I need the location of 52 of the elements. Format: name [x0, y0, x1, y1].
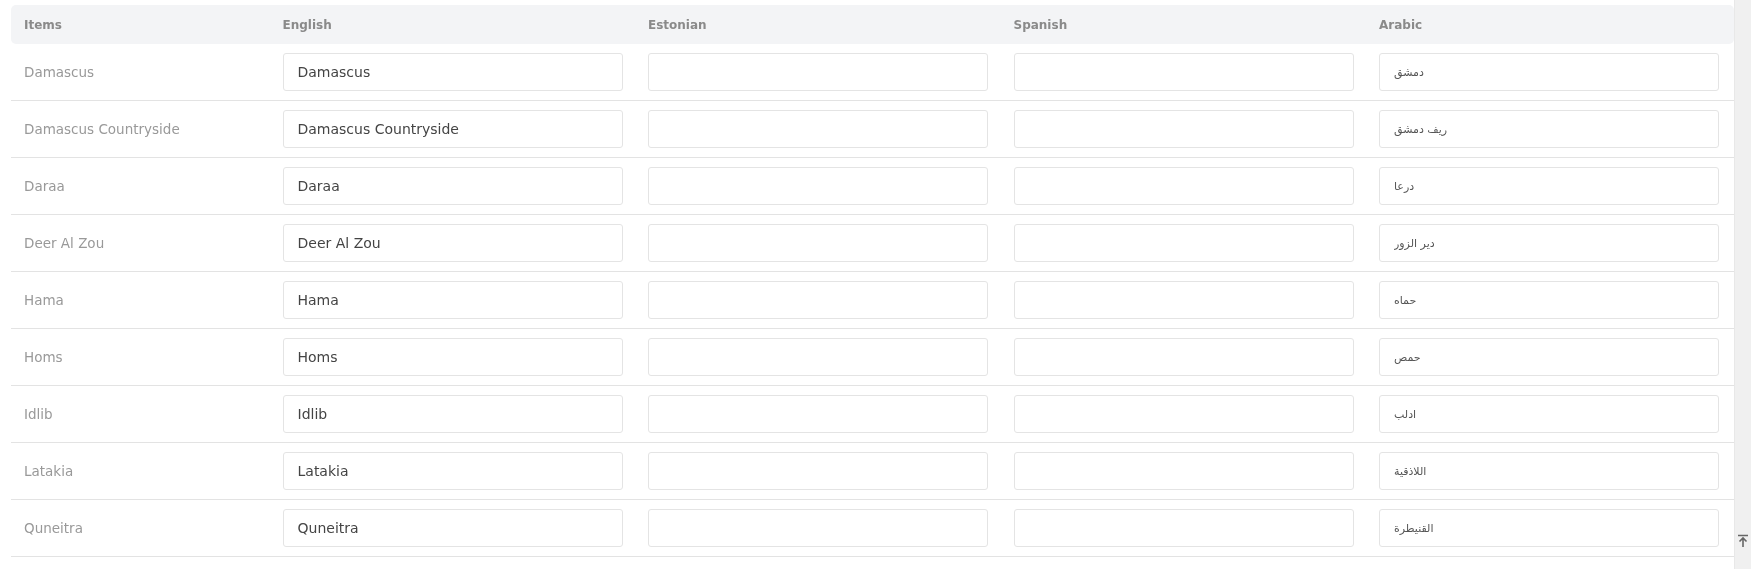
translation-field[interactable]: Quneitra [282, 509, 623, 547]
translation-field[interactable]: اللاذقية [1379, 452, 1719, 490]
translation-field[interactable]: حماه [1379, 281, 1719, 319]
translation-field[interactable]: ادلب [1379, 395, 1719, 433]
column-header: English [282, 16, 333, 34]
translation-field[interactable]: Damascus Countryside [282, 110, 623, 148]
translation-field[interactable]: دير الزور [1379, 224, 1719, 262]
translation-field[interactable]: درعا [1379, 167, 1719, 205]
translation-field[interactable] [1013, 281, 1354, 319]
translation-field[interactable]: Hama [282, 281, 623, 319]
translation-field[interactable] [648, 338, 988, 376]
item-label: Deer Al Zou [24, 233, 106, 253]
translation-field[interactable]: Daraa [282, 167, 623, 205]
translation-field[interactable]: Deer Al Zou [282, 224, 623, 262]
translation-field[interactable]: حمص [1379, 338, 1719, 376]
translation-field[interactable] [1013, 224, 1354, 262]
translation-field[interactable]: دمشق [1379, 53, 1719, 91]
translation-field[interactable]: Homs [282, 338, 623, 376]
item-label: Damascus [24, 62, 96, 82]
translation-field[interactable] [1013, 167, 1354, 205]
translation-field[interactable]: القنيطرة [1379, 509, 1719, 547]
column-header: Estonian [648, 16, 708, 34]
item-label: Hama [24, 290, 65, 310]
translation-field[interactable] [1013, 509, 1354, 547]
translation-field[interactable] [648, 281, 988, 319]
translation-field[interactable] [648, 53, 988, 91]
translation-field[interactable] [1013, 338, 1354, 376]
translation-field[interactable] [648, 224, 988, 262]
item-label: Idlib [24, 404, 54, 424]
column-header: Items [24, 16, 63, 34]
translation-field[interactable]: Idlib [282, 395, 623, 433]
translation-field[interactable]: Damascus [282, 53, 623, 91]
scroll-to-top-icon[interactable] [1736, 534, 1750, 548]
translation-field[interactable] [1013, 452, 1354, 490]
item-label: Daraa [24, 176, 66, 196]
translation-field[interactable] [648, 509, 988, 547]
translation-field[interactable] [1013, 395, 1354, 433]
translation-field[interactable] [1013, 53, 1354, 91]
scrollbar[interactable] [1734, 0, 1751, 569]
item-label: Homs [24, 347, 64, 367]
translation-field[interactable] [1013, 110, 1354, 148]
item-label: Quneitra [24, 518, 84, 538]
item-label: Latakia [24, 461, 75, 481]
translation-field[interactable]: ريف دمشق [1379, 110, 1719, 148]
translation-field[interactable] [648, 395, 988, 433]
translation-field[interactable] [648, 167, 988, 205]
translation-field[interactable] [648, 452, 988, 490]
translation-field[interactable] [648, 110, 988, 148]
column-header: Spanish [1013, 16, 1069, 34]
column-header: Arabic [1379, 16, 1424, 34]
item-label: Damascus Countryside [24, 119, 181, 139]
translation-field[interactable]: Latakia [282, 452, 623, 490]
